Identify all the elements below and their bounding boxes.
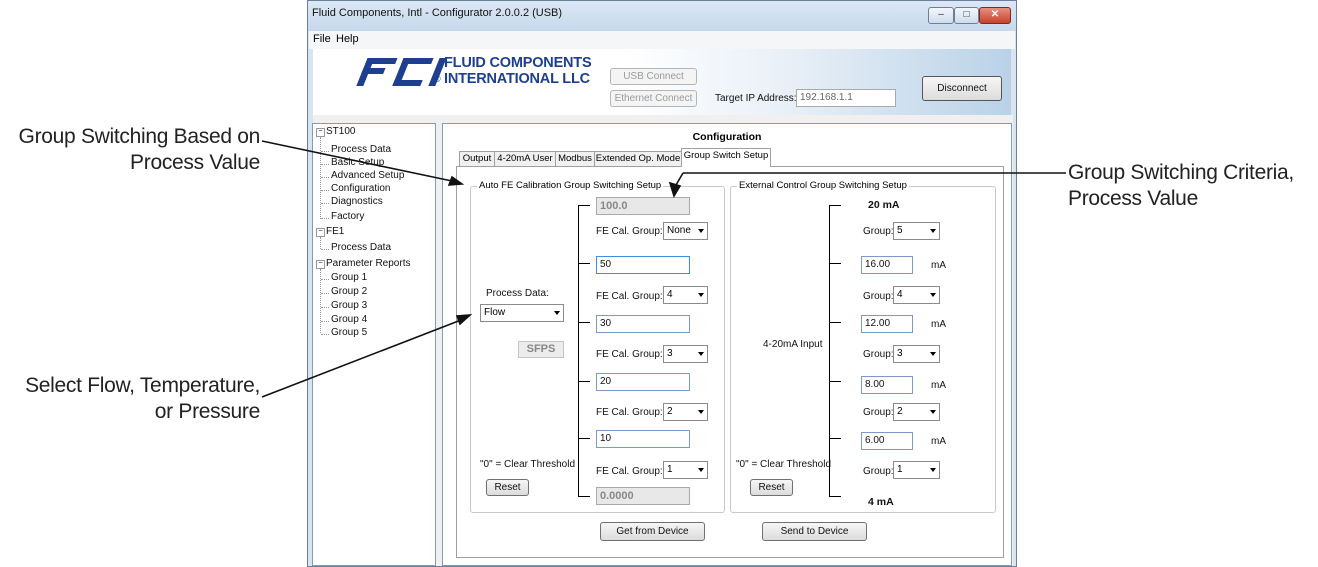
arrowhead-icon: [455, 314, 473, 326]
tab-group-switch-setup[interactable]: Group Switch Setup: [681, 148, 771, 167]
callout-leader-lines: [261, 140, 1066, 398]
leader-line-group-switching: [261, 140, 453, 182]
arrowhead-icon: [447, 175, 465, 186]
arrowhead-icon: [668, 181, 682, 198]
leader-line-criteria: [675, 172, 684, 186]
leader-line-select: [261, 319, 462, 398]
